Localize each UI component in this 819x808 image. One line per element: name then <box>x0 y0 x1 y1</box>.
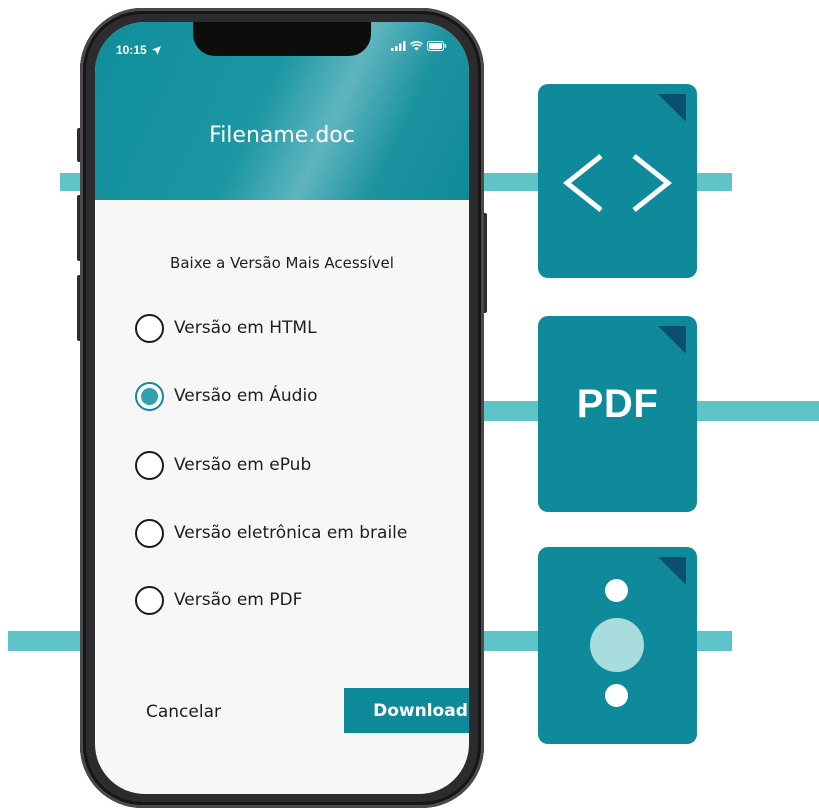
radio-button[interactable] <box>135 585 164 615</box>
cancel-button[interactable]: Cancelar <box>146 702 221 722</box>
battery-icon <box>427 41 447 51</box>
radio-button[interactable] <box>135 518 164 548</box>
fold-corner-icon <box>658 326 686 354</box>
option-label: Versão eletrônica em braile <box>174 523 408 543</box>
phone-notch <box>193 22 371 56</box>
radio-button[interactable] <box>135 450 164 480</box>
download-button[interactable]: Download <box>344 688 469 733</box>
pdf-label: PDF <box>576 382 659 426</box>
option-braille[interactable]: Versão eletrônica em braile <box>135 516 407 550</box>
phone-frame: Filename.doc 10:15 Baixe a Versão Mais A… <box>80 8 484 808</box>
status-time-text: 10:15 <box>116 43 147 57</box>
audio-dot-small-bottom <box>605 684 628 707</box>
option-label: Versão em Áudio <box>174 386 318 406</box>
option-label: Versão em HTML <box>174 318 317 338</box>
audio-document-icon <box>538 547 697 744</box>
wifi-icon <box>410 41 423 51</box>
phone-screen: Filename.doc 10:15 Baixe a Versão Mais A… <box>95 22 469 794</box>
option-html[interactable]: Versão em HTML <box>135 311 317 345</box>
location-arrow-icon <box>152 46 162 55</box>
code-brackets-icon <box>562 154 673 212</box>
pdf-document-icon: PDF <box>538 316 697 512</box>
option-label: Versão em PDF <box>174 590 303 610</box>
radio-button-selected[interactable] <box>135 381 164 411</box>
option-pdf[interactable]: Versão em PDF <box>135 583 302 617</box>
signal-icon <box>391 41 406 51</box>
radio-button[interactable] <box>135 313 164 343</box>
audio-dot-small-top <box>605 579 628 602</box>
file-title: Filename.doc <box>209 123 355 148</box>
dialog-subtitle: Baixe a Versão Mais Acessível <box>170 254 394 272</box>
fold-corner-icon <box>658 557 686 585</box>
status-time: 10:15 <box>116 43 162 57</box>
html-document-icon <box>538 84 697 278</box>
audio-dot-large <box>590 618 644 672</box>
option-audio[interactable]: Versão em Áudio <box>135 379 318 413</box>
status-icons <box>391 41 447 51</box>
option-epub[interactable]: Versão em ePub <box>135 448 311 482</box>
option-label: Versão em ePub <box>174 455 312 475</box>
